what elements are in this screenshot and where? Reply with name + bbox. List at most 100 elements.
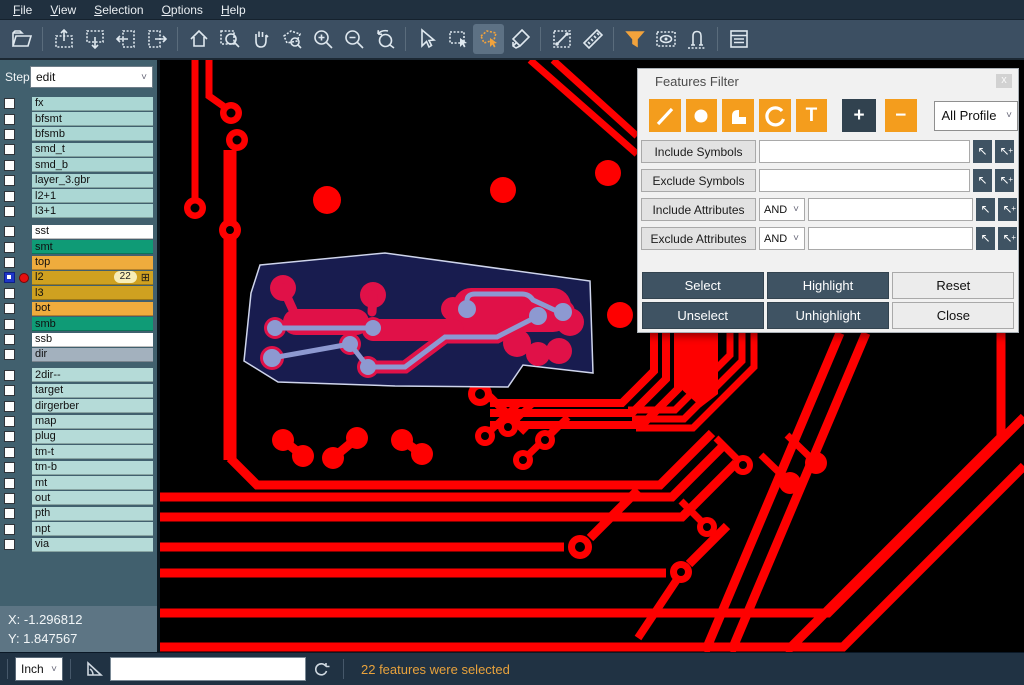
layer-name[interactable]: dir xyxy=(32,348,153,362)
layer-checkbox[interactable] xyxy=(4,539,15,550)
command-input[interactable] xyxy=(110,657,306,681)
layer-row-selected[interactable]: l2 22 ⊞ xyxy=(0,270,157,285)
layer-row[interactable]: l2+1 xyxy=(0,188,157,203)
include-symbols-input[interactable] xyxy=(759,140,970,163)
surface-feature-icon[interactable] xyxy=(722,99,754,132)
pan-right-icon[interactable] xyxy=(141,24,172,54)
unit-select[interactable]: Inch ˅ xyxy=(15,657,63,681)
layer-name[interactable]: map xyxy=(32,415,153,429)
layer-row[interactable]: smd_b xyxy=(0,158,157,173)
layer-checkbox[interactable] xyxy=(4,385,15,396)
layer-name[interactable]: smd_b xyxy=(32,158,153,172)
layer-name[interactable]: bot xyxy=(32,302,153,316)
layer-row[interactable]: dir xyxy=(0,347,157,362)
measure-line-icon[interactable] xyxy=(546,24,577,54)
include-attributes-input[interactable] xyxy=(808,198,973,221)
layer-checkbox[interactable] xyxy=(4,288,15,299)
exclude-attributes-button[interactable]: Exclude Attributes xyxy=(641,227,756,250)
layer-row[interactable]: smt xyxy=(0,240,157,255)
select-arrow-icon[interactable] xyxy=(411,24,442,54)
layer-name[interactable]: dirgerber xyxy=(32,399,153,413)
exclude-attributes-operator-select[interactable]: AND ˅ xyxy=(759,227,805,250)
layer-name[interactable]: l2 22 ⊞ xyxy=(32,271,153,285)
layer-row[interactable]: bot xyxy=(0,301,157,316)
layer-name[interactable]: sst xyxy=(32,225,153,239)
layer-row[interactable]: dirgerber xyxy=(0,398,157,413)
menu-selection[interactable]: Selection xyxy=(85,0,152,20)
pad-feature-icon[interactable] xyxy=(686,99,718,132)
snap-magnet-icon[interactable] xyxy=(681,24,712,54)
layer-checkbox[interactable] xyxy=(4,478,15,489)
exclude-attributes-input[interactable] xyxy=(808,227,973,250)
close-button[interactable]: Close xyxy=(892,302,1014,329)
zoom-polygon-icon[interactable] xyxy=(276,24,307,54)
zoom-window-icon[interactable] xyxy=(214,24,245,54)
menu-help[interactable]: Help xyxy=(212,0,255,20)
layer-row[interactable]: mt xyxy=(0,475,157,490)
layer-row[interactable]: out xyxy=(0,491,157,506)
layer-name[interactable]: tm-t xyxy=(32,445,153,459)
pick-add-symbol-icon[interactable]: ↖+ xyxy=(995,169,1014,192)
layer-row[interactable]: l3 xyxy=(0,286,157,301)
layer-row[interactable]: layer_3.gbr xyxy=(0,173,157,188)
layer-name[interactable]: ssb xyxy=(32,333,153,347)
select-rectangle-icon[interactable] xyxy=(442,24,473,54)
remove-filter-button[interactable]: − xyxy=(885,99,917,132)
layer-row[interactable]: top xyxy=(0,255,157,270)
layer-row[interactable]: tm-t xyxy=(0,445,157,460)
layer-checkbox[interactable] xyxy=(4,303,15,314)
text-feature-icon[interactable]: T xyxy=(796,99,828,132)
layer-checkbox[interactable] xyxy=(4,160,15,171)
view-options-icon[interactable] xyxy=(650,24,681,54)
pick-attribute-icon[interactable]: ↖ xyxy=(976,227,995,250)
layer-name[interactable]: smt xyxy=(32,240,153,254)
layer-name[interactable]: plug xyxy=(32,430,153,444)
pan-left-icon[interactable] xyxy=(110,24,141,54)
measure-ruler-icon[interactable] xyxy=(577,24,608,54)
menu-view[interactable]: View xyxy=(41,0,85,20)
pick-attribute-icon[interactable]: ↖ xyxy=(976,198,995,221)
angle-mode-icon[interactable] xyxy=(84,659,104,679)
pick-add-attribute-icon[interactable]: ↖+ xyxy=(998,198,1017,221)
layer-row[interactable]: l3+1 xyxy=(0,204,157,219)
layer-name[interactable]: via xyxy=(32,538,153,552)
pick-add-attribute-icon[interactable]: ↖+ xyxy=(998,227,1017,250)
layer-checkbox[interactable] xyxy=(4,524,15,535)
layer-checkbox[interactable] xyxy=(4,257,15,268)
layer-row[interactable]: fx xyxy=(0,96,157,111)
pick-symbol-icon[interactable]: ↖ xyxy=(973,140,992,163)
unselect-button[interactable]: Unselect xyxy=(642,302,764,329)
layer-checkbox[interactable] xyxy=(4,508,15,519)
layer-row[interactable]: smd_t xyxy=(0,142,157,157)
highlight-button[interactable]: Highlight xyxy=(767,272,889,299)
layers-panel-icon[interactable] xyxy=(723,24,754,54)
include-attributes-operator-select[interactable]: AND ˅ xyxy=(759,198,805,221)
layer-checkbox[interactable] xyxy=(4,175,15,186)
layer-row[interactable]: 2dir-- xyxy=(0,368,157,383)
open-file-icon[interactable] xyxy=(6,24,37,54)
unhighlight-button[interactable]: Unhighlight xyxy=(767,302,889,329)
layer-checkbox[interactable] xyxy=(4,462,15,473)
layer-checkbox[interactable] xyxy=(4,349,15,360)
layer-checkbox[interactable] xyxy=(4,191,15,202)
layer-checkbox[interactable] xyxy=(4,226,15,237)
refresh-icon[interactable] xyxy=(312,660,330,678)
layer-checkbox[interactable] xyxy=(4,447,15,458)
layer-name[interactable]: target xyxy=(32,384,153,398)
pan-down-icon[interactable] xyxy=(79,24,110,54)
line-feature-icon[interactable] xyxy=(649,99,681,132)
layer-name[interactable]: mt xyxy=(32,476,153,490)
repaint-brush-icon[interactable] xyxy=(504,24,535,54)
profile-select[interactable]: All Profile ˅ xyxy=(934,101,1019,131)
layer-checkbox[interactable] xyxy=(4,334,15,345)
include-attributes-button[interactable]: Include Attributes xyxy=(641,198,756,221)
layer-name[interactable]: tm-b xyxy=(32,461,153,475)
pan-hand-icon[interactable] xyxy=(245,24,276,54)
layer-name[interactable]: pth xyxy=(32,507,153,521)
zoom-out-icon[interactable] xyxy=(338,24,369,54)
layer-row[interactable]: via xyxy=(0,537,157,552)
pan-up-icon[interactable] xyxy=(48,24,79,54)
layer-name[interactable]: l2+1 xyxy=(32,189,153,203)
layer-checkbox[interactable] xyxy=(4,319,15,330)
layer-name[interactable]: top xyxy=(32,256,153,270)
